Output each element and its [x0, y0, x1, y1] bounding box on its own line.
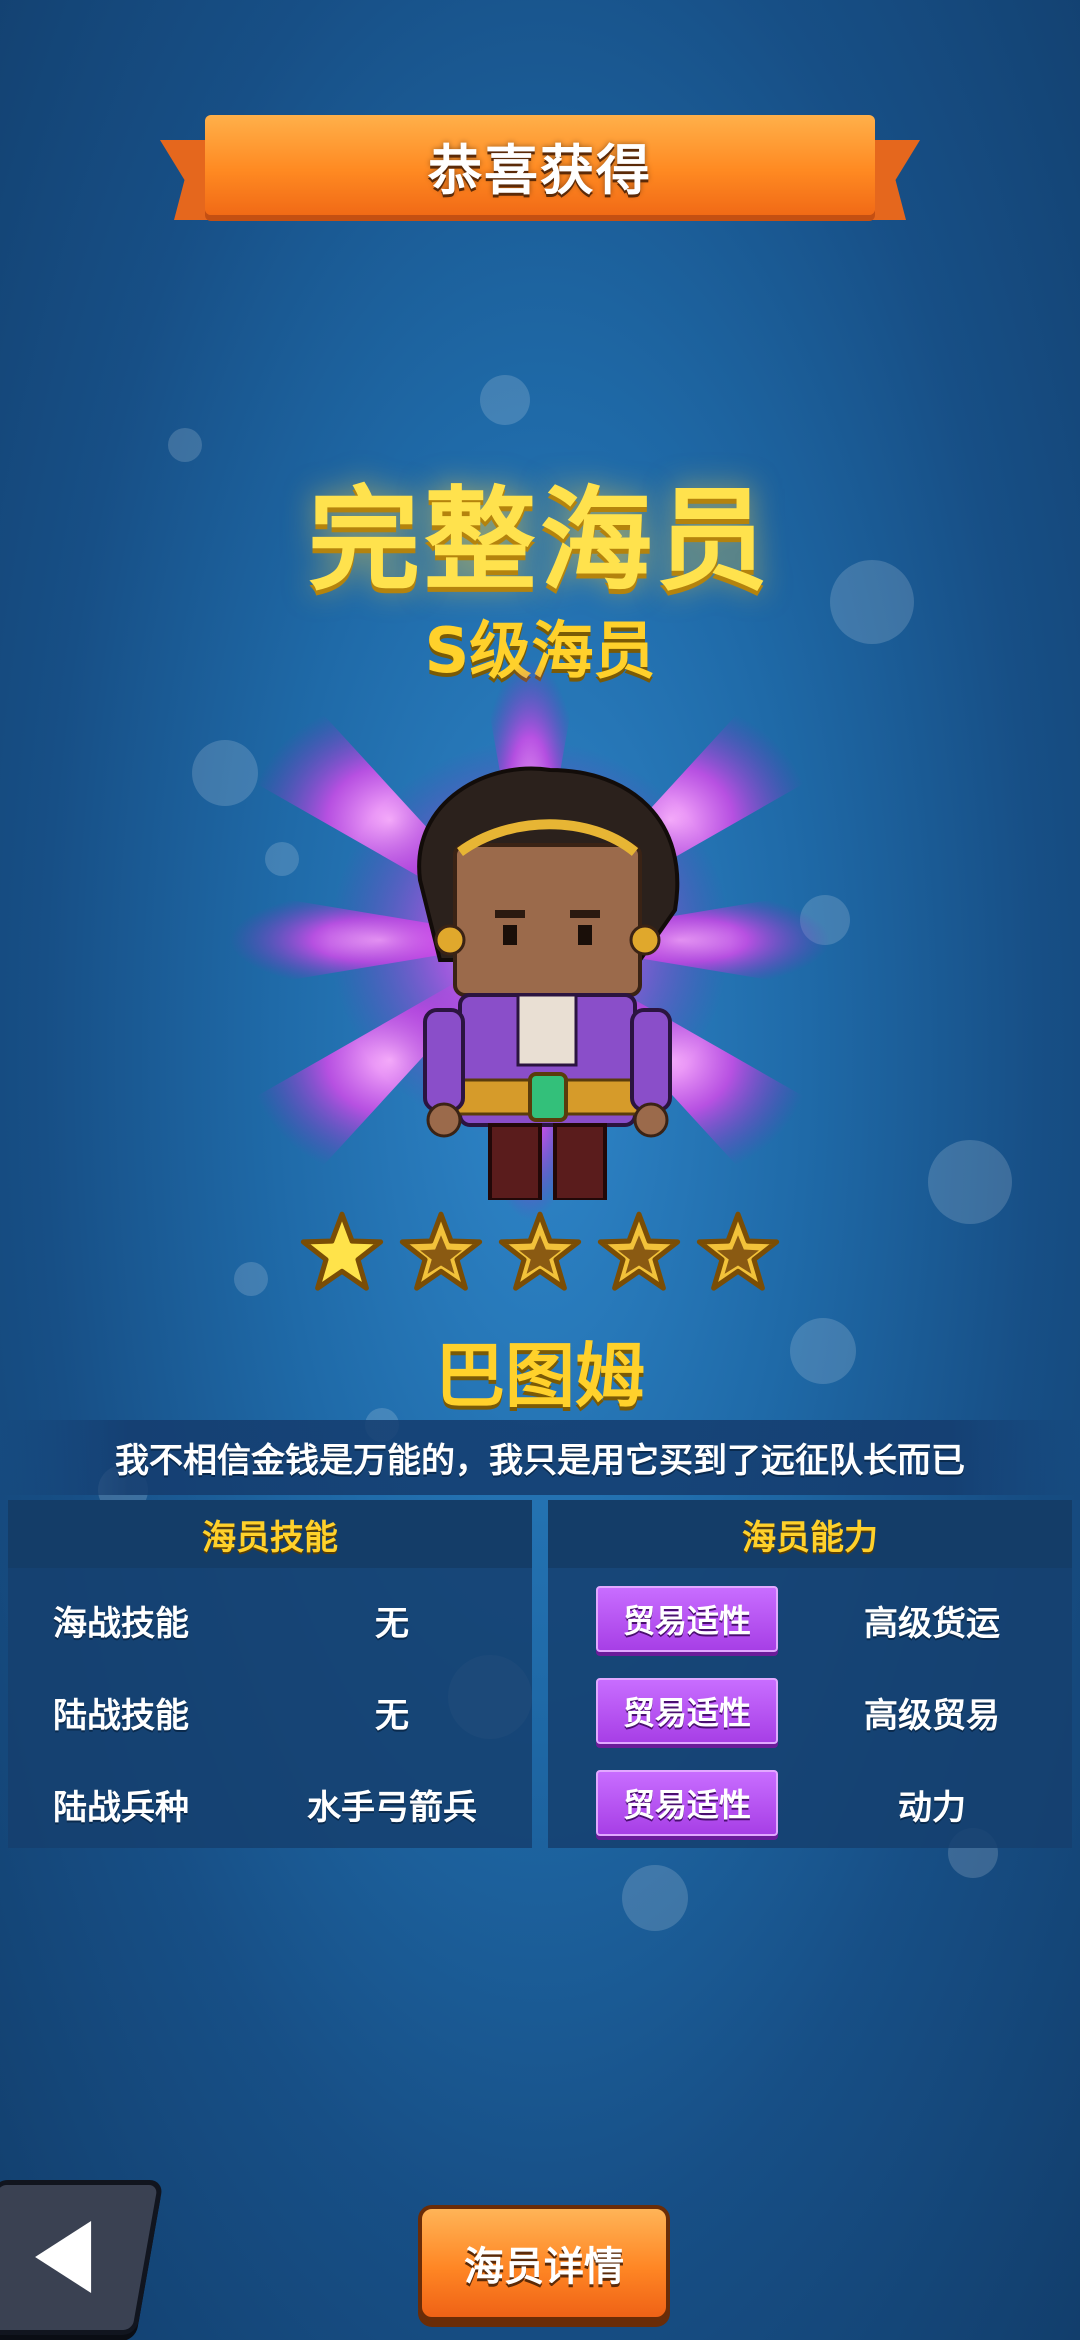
ability-value: 高级货运 — [864, 1604, 1000, 1644]
ability-tag: 贸易适性 — [596, 1770, 778, 1836]
reward-type-title: 完整海员 — [308, 476, 772, 606]
crew-name: 巴图姆 — [435, 1335, 645, 1417]
crew-skills-panel: 海员技能 海战技能 无 陆战技能 无 陆战兵种 水手弓箭兵 — [8, 1500, 532, 1848]
star-empty-icon — [696, 1211, 780, 1291]
ability-row: 贸易适性 动力 — [548, 1762, 1072, 1842]
star-empty-icon — [399, 1211, 483, 1291]
skill-label: 陆战技能 — [53, 1696, 189, 1736]
ability-value: 动力 — [898, 1788, 966, 1828]
back-button[interactable] — [0, 2180, 164, 2335]
bubble — [928, 1140, 1012, 1224]
crew-character-portrait — [417, 766, 680, 1200]
crew-quote: 我不相信金钱是万能的，我只是用它买到了远征队长而已 — [115, 1441, 965, 1481]
skill-row: 海战技能 无 — [8, 1578, 532, 1658]
star-filled-icon — [300, 1211, 384, 1291]
banner-body: 恭喜获得 — [205, 115, 875, 215]
ability-row: 贸易适性 高级贸易 — [548, 1670, 1072, 1750]
skill-value: 无 — [375, 1696, 409, 1736]
title-banner: 恭喜获得 — [160, 115, 920, 225]
skill-label: 海战技能 — [53, 1604, 189, 1644]
bubble — [480, 375, 530, 425]
crew-quote-bar: 我不相信金钱是万能的，我只是用它买到了远征队长而已 — [0, 1420, 1080, 1495]
ability-tag: 贸易适性 — [596, 1678, 778, 1744]
crew-ability-header: 海员能力 — [548, 1500, 1072, 1568]
skill-label: 陆战兵种 — [53, 1788, 189, 1828]
skill-row: 陆战技能 无 — [8, 1670, 532, 1750]
bubble — [622, 1865, 688, 1931]
skill-value: 水手弓箭兵 — [307, 1788, 477, 1828]
star-empty-icon — [498, 1211, 582, 1291]
crew-detail-button[interactable]: 海员详情 — [418, 2205, 670, 2321]
banner-title: 恭喜获得 — [428, 138, 652, 202]
ability-row: 贸易适性 高级货运 — [548, 1578, 1072, 1658]
crew-skills-header: 海员技能 — [8, 1500, 532, 1568]
star-rating — [300, 1210, 780, 1300]
back-arrow-icon — [35, 2221, 92, 2293]
skill-value: 无 — [375, 1604, 409, 1644]
ability-tag: 贸易适性 — [596, 1586, 778, 1652]
star-empty-icon — [597, 1211, 681, 1291]
crew-ability-panel: 海员能力 贸易适性 高级货运 贸易适性 高级贸易 贸易适性 动力 — [548, 1500, 1072, 1848]
skill-row: 陆战兵种 水手弓箭兵 — [8, 1762, 532, 1842]
ability-value: 高级贸易 — [864, 1696, 1000, 1736]
bubble — [234, 1262, 268, 1296]
